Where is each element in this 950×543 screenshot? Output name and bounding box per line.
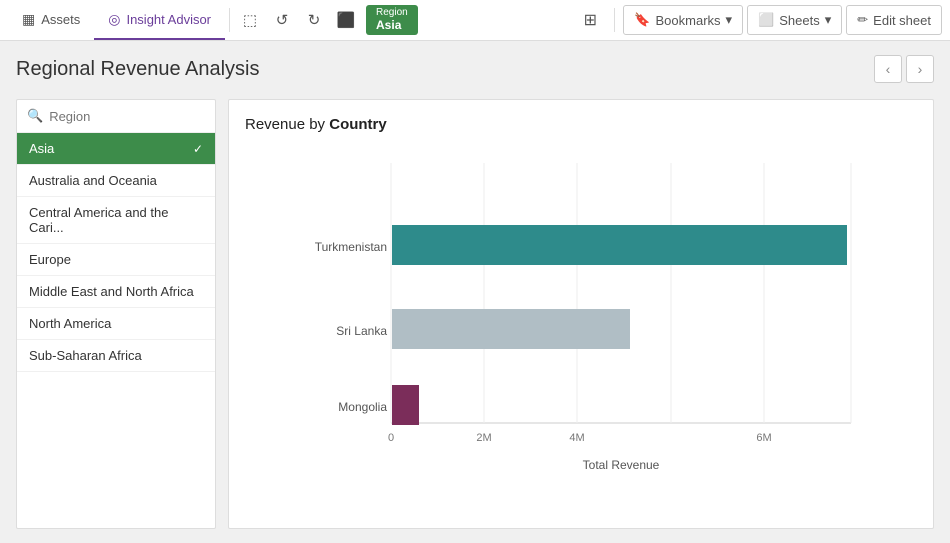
- insight-advisor-tab[interactable]: ◎ Insight Advisor: [94, 0, 225, 40]
- sidebar-item-europe-label: Europe: [29, 252, 71, 267]
- bar-label-mongolia: Mongolia: [338, 400, 387, 414]
- nav-sep-2: [614, 8, 615, 32]
- page-title: Regional Revenue Analysis: [16, 58, 260, 81]
- sidebar-item-middle-east[interactable]: Middle East and North Africa: [17, 276, 215, 308]
- nav-separator: [229, 8, 230, 32]
- assets-label: Assets: [41, 12, 80, 27]
- filter-field-label: Region: [376, 8, 408, 18]
- clear-selection-btn[interactable]: ⬛: [330, 5, 362, 35]
- sidebar-item-sub-saharan[interactable]: Sub-Saharan Africa: [17, 340, 215, 372]
- region-filter-button[interactable]: Region Asia: [366, 5, 418, 35]
- region-search-input[interactable]: [49, 109, 205, 124]
- edit-icon: ✏: [857, 12, 868, 28]
- assets-tab[interactable]: ▦ Assets: [8, 0, 94, 40]
- page-header: Regional Revenue Analysis ‹ ›: [16, 55, 934, 83]
- sidebar-item-europe[interactable]: Europe: [17, 244, 215, 276]
- sheets-icon: ⬜: [758, 12, 774, 28]
- top-navigation: ▦ Assets ◎ Insight Advisor ⬚ ↺ ↻ ⬛ Regio…: [0, 0, 950, 41]
- chart-title-prefix: Revenue by: [245, 116, 329, 133]
- x-tick-2m: 2M: [476, 432, 491, 444]
- x-tick-6m: 6M: [756, 432, 771, 444]
- sidebar-item-central-america[interactable]: Central America and the Cari...: [17, 197, 215, 244]
- sheets-chevron-icon: ▾: [825, 12, 832, 28]
- bar-turkmenistan: [392, 225, 847, 265]
- sidebar-search[interactable]: 🔍: [17, 100, 215, 133]
- sheets-button[interactable]: ⬜ Sheets ▾: [747, 5, 842, 35]
- x-tick-0: 0: [388, 432, 394, 444]
- page-content: Regional Revenue Analysis ‹ › 🔍 Asia ✓ A…: [0, 41, 950, 543]
- sheets-label: Sheets: [779, 13, 819, 28]
- sidebar-item-north-america-label: North America: [29, 316, 111, 331]
- sidebar-item-asia[interactable]: Asia ✓: [17, 133, 215, 165]
- bar-sri-lanka: [392, 309, 630, 349]
- chart-title: Revenue by Country: [245, 116, 917, 133]
- region-sidebar: 🔍 Asia ✓ Australia and Oceania Central A…: [16, 99, 216, 529]
- chart-title-bold: Country: [329, 116, 387, 133]
- edit-sheet-label: Edit sheet: [873, 13, 931, 28]
- lasso-icon-btn[interactable]: ⬚: [234, 5, 266, 35]
- bar-mongolia: [392, 385, 419, 425]
- assets-icon: ▦: [22, 11, 35, 28]
- sidebar-item-middle-east-label: Middle East and North Africa: [29, 284, 194, 299]
- insight-icon: ◎: [108, 11, 120, 28]
- prev-page-button[interactable]: ‹: [874, 55, 902, 83]
- sidebar-item-central-america-label: Central America and the Cari...: [29, 205, 203, 235]
- bookmarks-label: Bookmarks: [656, 13, 721, 28]
- sidebar-item-australia[interactable]: Australia and Oceania: [17, 165, 215, 197]
- bookmarks-button[interactable]: 🔖 Bookmarks ▾: [623, 5, 743, 35]
- edit-sheet-button[interactable]: ✏ Edit sheet: [846, 5, 942, 35]
- sidebar-item-north-america[interactable]: North America: [17, 308, 215, 340]
- filter-value: Asia: [376, 18, 408, 32]
- x-tick-4m: 4M: [569, 432, 584, 444]
- bar-label-turkmenistan: Turkmenistan: [315, 240, 387, 254]
- sidebar-item-asia-label: Asia: [29, 141, 54, 156]
- nav-right-group: ⊞ 🔖 Bookmarks ▾ ⬜ Sheets ▾ ✏ Edit sheet: [574, 5, 942, 35]
- revenue-chart-container: Revenue by Country Turkmenistan Sri Lank…: [228, 99, 934, 529]
- bar-label-sri-lanka: Sri Lanka: [336, 324, 387, 338]
- next-page-button[interactable]: ›: [906, 55, 934, 83]
- grid-view-btn[interactable]: ⊞: [574, 5, 606, 35]
- insight-advisor-label: Insight Advisor: [126, 12, 211, 27]
- sidebar-item-sub-saharan-label: Sub-Saharan Africa: [29, 348, 142, 363]
- check-icon: ✓: [193, 142, 203, 156]
- back-selection-btn[interactable]: ↺: [266, 5, 298, 35]
- bookmark-icon: 🔖: [634, 12, 650, 28]
- x-axis-label: Total Revenue: [583, 458, 660, 472]
- search-icon: 🔍: [27, 108, 43, 124]
- page-nav-arrows: ‹ ›: [874, 55, 934, 83]
- main-content: 🔍 Asia ✓ Australia and Oceania Central A…: [16, 99, 934, 529]
- forward-selection-btn[interactable]: ↻: [298, 5, 330, 35]
- sidebar-item-australia-label: Australia and Oceania: [29, 173, 157, 188]
- bar-chart-svg: Turkmenistan Sri Lanka Mongolia 0 2M 4M …: [245, 153, 917, 483]
- bookmarks-chevron-icon: ▾: [726, 12, 733, 28]
